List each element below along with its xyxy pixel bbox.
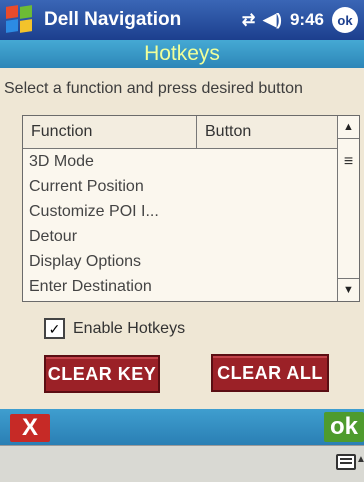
- list-item[interactable]: Detour: [23, 224, 337, 249]
- enable-hotkeys-label[interactable]: Enable Hotkeys: [73, 320, 185, 338]
- title-ok-button[interactable]: ok: [332, 7, 358, 33]
- windows-start-icon[interactable]: [6, 5, 34, 34]
- clock[interactable]: 9:46: [290, 10, 324, 30]
- instruction-text: Select a function and press desired butt…: [4, 80, 303, 97]
- scroll-thumb[interactable]: ≡: [340, 148, 357, 176]
- list-scrollbar[interactable]: ▲ ≡ ▼: [337, 116, 359, 301]
- volume-icon[interactable]: ◀): [263, 10, 282, 30]
- connectivity-icon[interactable]: ⇄: [242, 10, 255, 30]
- keyboard-icon[interactable]: [336, 454, 356, 470]
- enable-hotkeys-option[interactable]: ✓ Enable Hotkeys: [44, 318, 185, 339]
- system-tray: ⇄ ◀) 9:46 ok: [242, 7, 358, 33]
- scroll-up-arrow-icon[interactable]: ▲: [338, 116, 359, 139]
- title-bar: Dell Navigation ⇄ ◀) 9:46 ok: [0, 0, 364, 40]
- clear-key-button[interactable]: CLEAR KEY: [44, 355, 160, 393]
- column-header-function[interactable]: Function: [31, 116, 187, 148]
- app-title: Dell Navigation: [44, 9, 182, 30]
- clear-all-button[interactable]: CLEAR ALL: [211, 354, 329, 392]
- list-rows: 3D Mode Current Position Customize POI I…: [23, 149, 337, 299]
- list-item[interactable]: Enter Destination: [23, 274, 337, 299]
- list-item[interactable]: Customize POI I...: [23, 199, 337, 224]
- list-item[interactable]: Display Options: [23, 249, 337, 274]
- column-header-button[interactable]: Button: [196, 116, 335, 148]
- ok-button[interactable]: ok: [324, 412, 364, 442]
- cancel-button[interactable]: X: [10, 414, 50, 442]
- checkmark-icon: ✓: [48, 320, 61, 337]
- bottom-action-bar: X ok: [0, 409, 364, 445]
- page-title: Hotkeys: [0, 40, 364, 68]
- menu-bar: ▲: [0, 445, 364, 482]
- list-header: Function Button: [23, 116, 337, 149]
- list-item[interactable]: 3D Mode: [23, 149, 337, 174]
- list-item[interactable]: Current Position: [23, 174, 337, 199]
- enable-hotkeys-checkbox[interactable]: ✓: [44, 318, 65, 339]
- input-panel-arrow-icon[interactable]: ▲: [356, 454, 364, 465]
- scroll-down-arrow-icon[interactable]: ▼: [338, 278, 359, 301]
- hotkeys-list[interactable]: Function Button 3D Mode Current Position…: [22, 115, 360, 302]
